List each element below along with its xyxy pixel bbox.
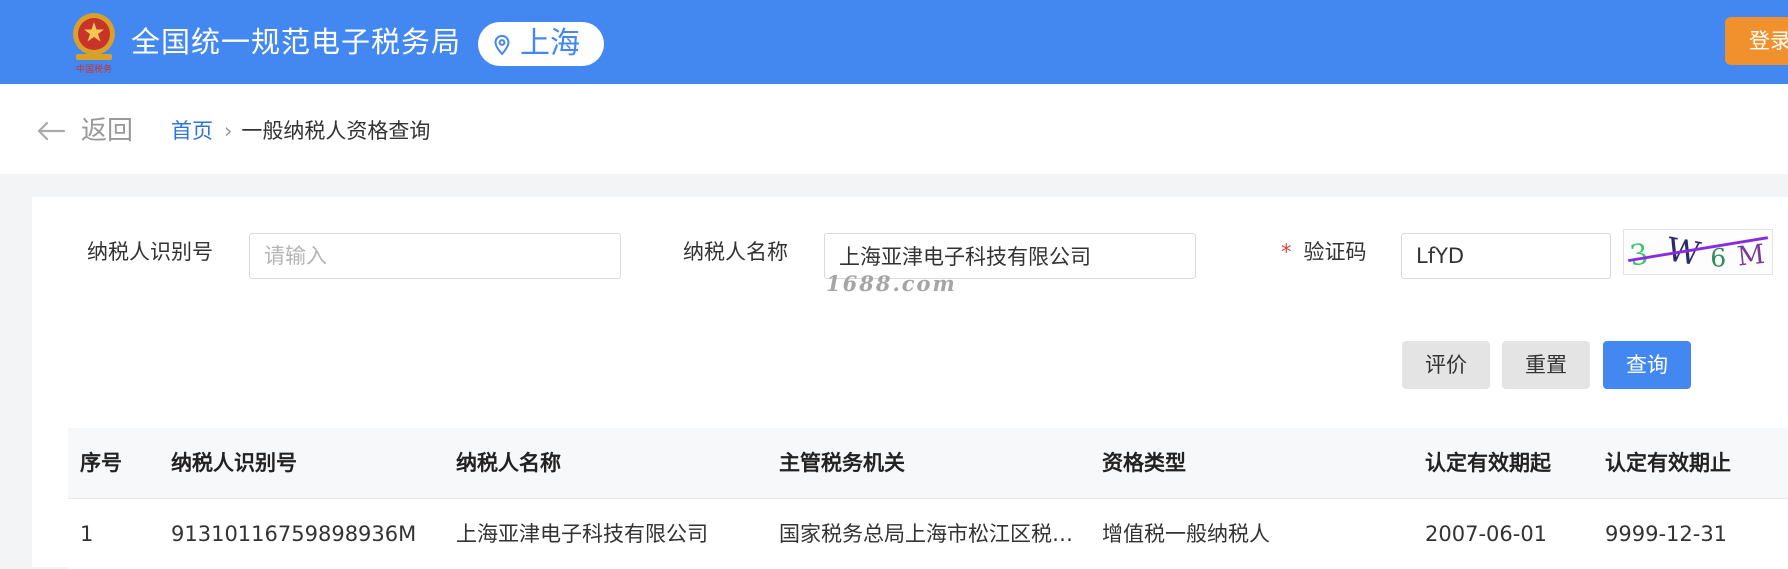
arrow-left-icon: [37, 121, 66, 141]
svg-text:3: 3: [1627, 236, 1650, 272]
login-button[interactable]: 登录: [1725, 17, 1788, 65]
taxpayer-id-label: 纳税人识别号: [87, 240, 213, 264]
top-header: 中国税务 全国统一规范电子税务局 上海 登录: [0, 0, 1788, 84]
query-panel: 纳税人识别号 纳税人名称 * 验证码 3 W 6 M 1688.com 评价 重置…: [32, 197, 1788, 569]
captcha-label-text: 验证码: [1303, 240, 1367, 264]
cell-tax-authority: 国家税务总局上海市松江区税…: [779, 522, 1073, 546]
query-button[interactable]: 查询: [1603, 341, 1691, 389]
breadcrumb: 首页 › 一般纳税人资格查询: [171, 117, 430, 145]
captcha-label: * 验证码: [1281, 238, 1367, 266]
captcha-image[interactable]: 3 W 6 M: [1623, 229, 1773, 275]
cell-taxpayer-id: 9131011675989893​6M: [171, 522, 417, 546]
breadcrumb-bar: 返回 首页 › 一般纳税人资格查询: [0, 84, 1788, 174]
svg-text:M: M: [1736, 239, 1766, 273]
breadcrumb-home-link[interactable]: 首页: [171, 119, 213, 143]
watermark: 1688.com: [826, 271, 957, 296]
result-table: 序号 纳税人识别号 纳税人名称 主管税务机关 资格类型 认定有效期起 认定有效期…: [68, 428, 1788, 569]
table-header: 序号 纳税人识别号 纳税人名称 主管税务机关 资格类型 认定有效期起 认定有效期…: [68, 428, 1788, 499]
captcha-input[interactable]: [1401, 233, 1611, 279]
col-valid-to: 认定有效期止: [1605, 451, 1731, 475]
cell-valid-from: 2007-06-01: [1425, 522, 1548, 546]
cell-qualification-type: 增值税一般纳税人: [1102, 522, 1270, 546]
tax-emblem-icon: 中国税务: [73, 13, 115, 74]
region-label: 上海: [520, 26, 580, 61]
taxpayer-name-label: 纳税人名称: [683, 240, 788, 264]
evaluate-button[interactable]: 评价: [1402, 341, 1490, 389]
cell-valid-to: 9999-12-31: [1605, 522, 1728, 546]
site-title: 全国统一规范电子税务局: [131, 25, 462, 59]
cell-taxpayer-name: 上海亚津电子科技有限公司: [456, 522, 708, 546]
required-mark: *: [1281, 240, 1292, 264]
back-label: 返回: [81, 116, 134, 146]
col-taxpayer-name: 纳税人名称: [456, 451, 561, 475]
cell-index: 1: [80, 522, 94, 546]
table-row[interactable]: 1 9131011675989893​6M 上海亚津电子科技有限公司 国家税务总…: [68, 499, 1788, 569]
location-pin-icon: [494, 35, 510, 55]
col-tax-authority: 主管税务机关: [779, 451, 905, 475]
col-qualification-type: 资格类型: [1102, 451, 1186, 475]
taxpayer-id-input[interactable]: [249, 233, 621, 279]
reset-button[interactable]: 重置: [1502, 341, 1590, 389]
breadcrumb-separator: ›: [224, 119, 233, 143]
region-selector[interactable]: 上海: [478, 22, 604, 66]
col-valid-from: 认定有效期起: [1425, 451, 1551, 475]
breadcrumb-current: 一般纳税人资格查询: [241, 119, 431, 143]
col-taxpayer-id: 纳税人识别号: [171, 451, 297, 475]
col-index: 序号: [80, 451, 122, 475]
svg-text:中国税务: 中国税务: [76, 63, 112, 74]
